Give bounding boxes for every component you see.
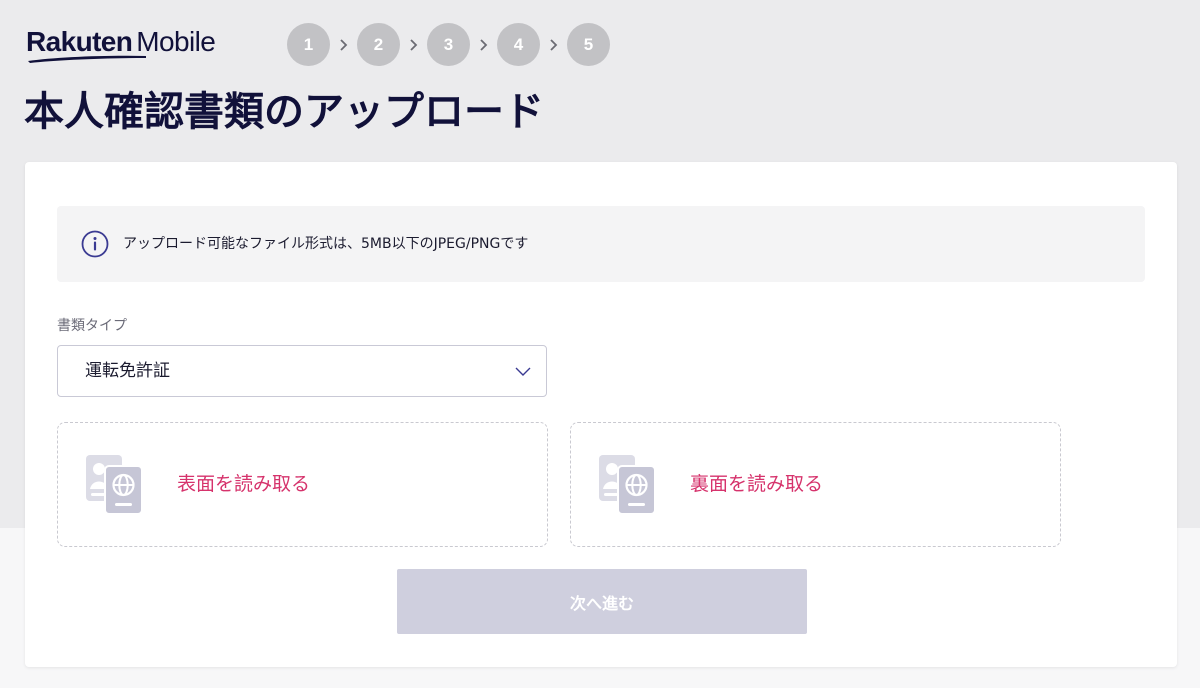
chevron-right-icon — [400, 23, 427, 66]
step-4: 4 — [497, 23, 540, 66]
id-documents-icon — [86, 455, 143, 515]
document-type-value: 運転免許証 — [85, 361, 170, 381]
next-button[interactable]: 次へ進む — [397, 569, 807, 634]
chevron-right-icon — [470, 23, 497, 66]
rakuten-mobile-logo: Rakuten Mobile — [26, 24, 246, 66]
page-header: Rakuten Mobile 1 2 3 4 5 本人確認書類のアップロード — [0, 0, 1200, 160]
info-icon — [81, 230, 109, 258]
page-title: 本人確認書類のアップロード — [24, 89, 544, 135]
progress-steps: 1 2 3 4 5 — [287, 23, 610, 66]
upload-back-label: 裏面を読み取る — [690, 473, 824, 495]
notice-text: アップロード可能なファイル形式は、5MB以下のJPEG/PNGです — [123, 236, 529, 252]
chevron-right-icon — [330, 23, 357, 66]
upload-front-button[interactable]: 表面を読み取る — [57, 422, 548, 547]
chevron-down-icon — [515, 367, 531, 376]
document-type-label: 書類タイプ — [57, 318, 127, 334]
step-3: 3 — [427, 23, 470, 66]
document-type-select[interactable]: 運転免許証 — [57, 345, 547, 397]
file-format-notice: アップロード可能なファイル形式は、5MB以下のJPEG/PNGです — [57, 206, 1145, 282]
upload-back-button[interactable]: 裏面を読み取る — [570, 422, 1061, 547]
logo-brand: Rakuten — [26, 26, 133, 57]
upload-front-label: 表面を読み取る — [177, 473, 311, 495]
step-1: 1 — [287, 23, 330, 66]
logo-product: Mobile — [136, 26, 216, 57]
upload-card: アップロード可能なファイル形式は、5MB以下のJPEG/PNGです 書類タイプ … — [25, 162, 1177, 667]
logo-swoosh-icon — [28, 55, 146, 63]
step-5: 5 — [567, 23, 610, 66]
step-2: 2 — [357, 23, 400, 66]
id-documents-icon — [599, 455, 656, 515]
chevron-right-icon — [540, 23, 567, 66]
